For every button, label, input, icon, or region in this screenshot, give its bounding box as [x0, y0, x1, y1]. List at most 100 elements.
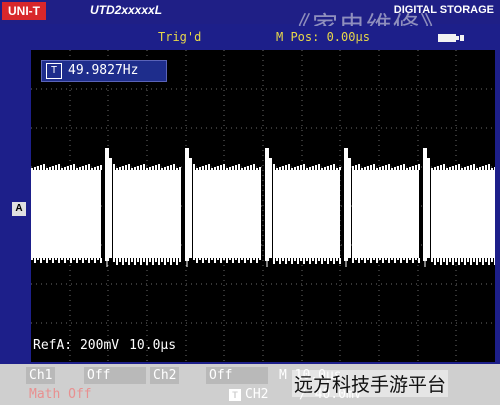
signal-noise — [176, 168, 178, 170]
signal-noise — [443, 164, 445, 170]
signal-noise — [303, 258, 305, 264]
signal-noise — [34, 167, 36, 170]
ch2-label[interactable]: Ch2 — [150, 367, 180, 384]
signal-noise — [273, 258, 275, 264]
signal-noise — [137, 258, 139, 262]
signal-noise — [282, 166, 284, 170]
signal-noise — [406, 168, 408, 170]
signal-noise — [208, 258, 210, 263]
signal-noise — [479, 258, 481, 262]
signal-noise — [406, 258, 408, 263]
signal-noise — [193, 258, 195, 260]
signal-noise — [73, 258, 75, 260]
signal-spike — [269, 158, 272, 258]
signal-noise — [196, 258, 198, 263]
main-position: M Pos: 0.00μs — [276, 30, 370, 44]
signal-noise — [376, 258, 378, 263]
channel-marker[interactable]: A — [12, 202, 26, 216]
signal-noise — [122, 258, 124, 265]
signal-noise — [146, 168, 148, 170]
signal-noise — [288, 258, 290, 261]
scope-display: T 49.9827Hz RefA: 200mV 10.0μs — [31, 50, 495, 362]
signal-noise — [367, 258, 369, 260]
signal-noise — [140, 165, 142, 170]
signal-noise — [97, 166, 99, 170]
signal-noise — [364, 258, 366, 263]
signal-noise — [149, 167, 151, 170]
model-name: UTD2xxxxxL — [90, 3, 163, 17]
signal-noise — [397, 258, 399, 260]
signal-noise — [179, 258, 181, 262]
signal-spike — [109, 158, 112, 258]
signal-noise — [397, 166, 399, 170]
battery-usb-icon — [438, 34, 464, 42]
signal-noise — [67, 166, 69, 170]
signal-noise — [85, 258, 87, 260]
ch1-label[interactable]: Ch1 — [26, 367, 56, 384]
signal-noise — [388, 258, 390, 263]
signal-noise — [211, 168, 213, 170]
signal-noise — [461, 168, 463, 170]
signal-noise — [318, 258, 320, 261]
signal-noise — [256, 258, 258, 263]
signal-noise — [352, 166, 354, 170]
signal-noise — [403, 258, 405, 260]
signal-noise — [476, 258, 478, 265]
ch2-value[interactable]: Off — [206, 367, 268, 384]
signal-noise — [223, 164, 225, 170]
signal-noise — [52, 258, 54, 263]
signal-noise — [70, 165, 72, 170]
frequency-value: 49.9827Hz — [68, 63, 139, 78]
signal-noise — [49, 167, 51, 170]
signal-noise — [485, 165, 487, 170]
signal-noise — [134, 167, 136, 170]
signal-noise — [232, 258, 234, 263]
signal-noise — [94, 167, 96, 170]
signal-noise — [143, 258, 145, 262]
signal-noise — [327, 258, 329, 264]
signal-noise — [241, 168, 243, 170]
signal-noise — [309, 258, 311, 264]
signal-noise — [131, 168, 133, 170]
signal-noise — [76, 168, 78, 170]
signal-noise — [491, 168, 493, 170]
signal-noise — [31, 258, 33, 260]
signal-noise — [412, 166, 414, 170]
signal-noise — [440, 258, 442, 265]
signal-noise — [46, 258, 48, 263]
signal-spike — [189, 158, 192, 258]
signal-noise — [43, 164, 45, 170]
signal-noise — [232, 166, 234, 170]
signal-noise — [379, 258, 381, 260]
signal-noise — [339, 258, 341, 264]
signal-noise — [155, 258, 157, 262]
signal-noise — [491, 258, 493, 262]
signal-noise — [64, 167, 66, 170]
signal-noise — [134, 258, 136, 265]
signal-noise — [223, 258, 225, 260]
signal-noise — [217, 258, 219, 260]
signal-noise — [470, 258, 472, 265]
signal-noise — [179, 167, 181, 170]
signal-noise — [440, 165, 442, 170]
signal-noise — [152, 166, 154, 170]
signal-noise — [291, 168, 293, 170]
signal-noise — [431, 168, 433, 170]
ch1-value[interactable]: Off — [84, 367, 146, 384]
signal-noise — [394, 258, 396, 263]
signal-noise — [449, 167, 451, 170]
math-status[interactable]: Math Off — [26, 386, 95, 403]
signal-noise — [61, 168, 63, 170]
signal-noise — [394, 167, 396, 170]
signal-noise — [137, 166, 139, 170]
signal-noise — [119, 167, 121, 170]
signal-noise — [202, 166, 204, 170]
signal-noise — [116, 258, 118, 265]
signal-noise — [259, 167, 261, 170]
signal-noise — [279, 167, 281, 170]
signal-noise — [91, 258, 93, 260]
signal-noise — [253, 164, 255, 170]
signal-noise — [315, 165, 317, 170]
signal-spike — [344, 148, 348, 261]
signal-noise — [400, 258, 402, 263]
